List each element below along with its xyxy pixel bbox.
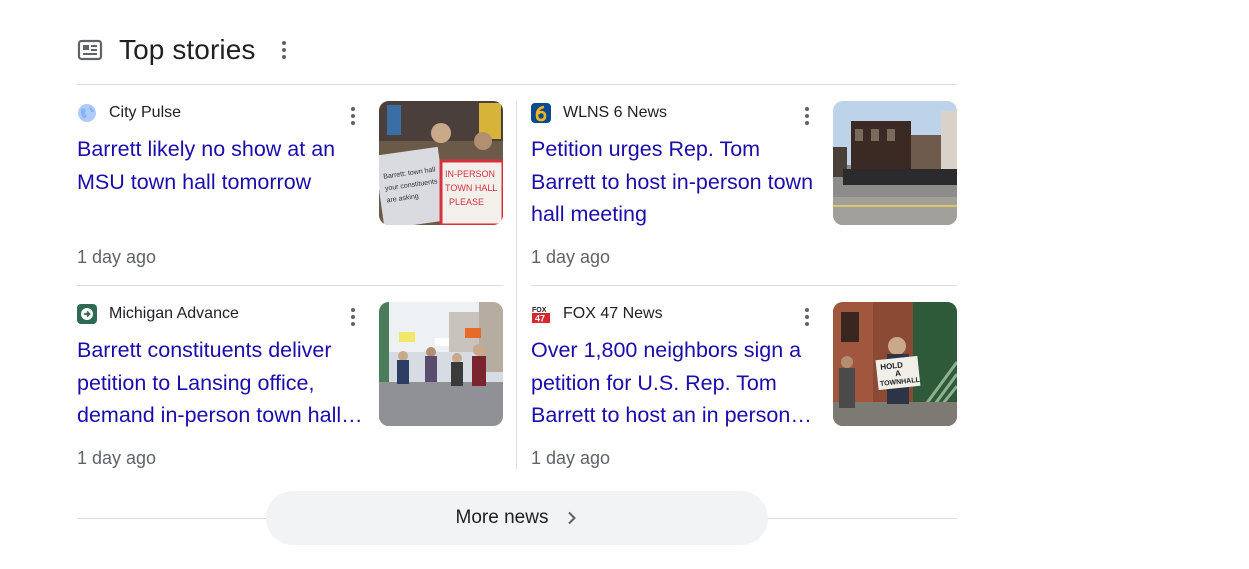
story-timestamp: 1 day ago (531, 247, 611, 267)
story-card[interactable]: WLNS 6 News Petition urges Rep. Tom Barr… (531, 101, 957, 269)
thumb-sign-text: A (895, 369, 902, 379)
more-vert-icon[interactable] (797, 305, 817, 329)
story-timestamp: 1 day ago (77, 247, 157, 267)
more-vert-icon[interactable] (343, 305, 363, 329)
divider (77, 285, 503, 286)
thumb-sign-text: TOWN HALL (445, 183, 497, 193)
story-thumbnail[interactable]: Barrett: town hall your constituents are… (379, 101, 503, 225)
michigan-advance-logo-icon (77, 304, 97, 324)
divider (77, 84, 957, 85)
story-timestamp: 1 day ago (531, 448, 611, 468)
story-timestamp: 1 day ago (77, 448, 157, 468)
column-divider (516, 101, 517, 469)
more-vert-icon[interactable] (274, 38, 294, 62)
story-card[interactable]: FOX 47 FOX 47 News Over 1,800 neighbors … (531, 302, 957, 470)
top-stories-header: Top stories (77, 32, 294, 68)
story-source: City Pulse (77, 103, 181, 123)
more-news-button[interactable]: More news (266, 491, 768, 545)
thumb-sign-text: IN-PERSON (445, 169, 495, 179)
fox-47-logo-icon: FOX 47 (531, 304, 551, 324)
source-name: WLNS 6 News (563, 104, 668, 121)
section-title: Top stories (119, 34, 256, 65)
svg-text:47: 47 (535, 314, 545, 324)
story-source: WLNS 6 News (531, 103, 667, 123)
story-thumbnail[interactable] (833, 101, 957, 225)
story-source: Michigan Advance (77, 304, 239, 324)
source-name: City Pulse (109, 104, 182, 121)
source-name: FOX 47 News (563, 305, 663, 322)
more-news-label: More news (455, 507, 549, 528)
thumb-sign-text: PLEASE (449, 197, 484, 207)
story-card[interactable]: Michigan Advance Barrett constituents de… (77, 302, 503, 470)
more-vert-icon[interactable] (343, 104, 363, 128)
wlns-6-logo-icon (531, 103, 551, 123)
chevron-right-icon (566, 511, 578, 525)
story-headline-link[interactable]: Petition urges Rep. Tom Barrett to host … (531, 133, 821, 231)
story-source: FOX 47 FOX 47 News (531, 304, 663, 324)
story-headline-link[interactable]: Barrett likely no show at an MSU town ha… (77, 133, 367, 198)
divider (531, 285, 957, 286)
source-name: Michigan Advance (109, 305, 239, 322)
newspaper-icon (77, 39, 103, 61)
story-thumbnail[interactable] (379, 302, 503, 426)
story-thumbnail[interactable]: HOLD A TOWNHALL (833, 302, 957, 426)
story-headline-link[interactable]: Over 1,800 neighbors sign a petition for… (531, 334, 821, 432)
story-card[interactable]: City Pulse Barrett likely no show at an … (77, 101, 503, 269)
more-vert-icon[interactable] (797, 104, 817, 128)
globe-icon (77, 103, 97, 123)
story-headline-link[interactable]: Barrett constituents deliver petition to… (77, 334, 367, 432)
